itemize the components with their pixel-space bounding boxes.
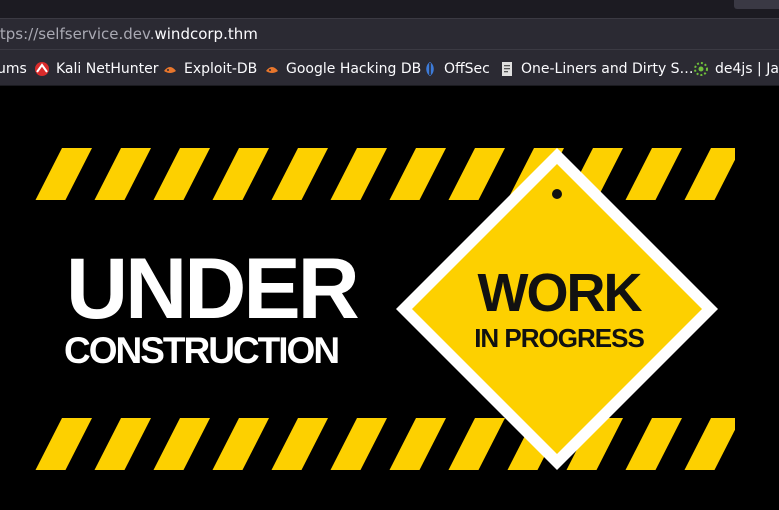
bookmark-de4js[interactable]: de4js | Jav [693,60,779,78]
sign-hole [552,189,562,199]
hazard-stripe [212,148,269,200]
page-content: UNDER CONSTRUCTION WORK IN PROGRESS [0,86,779,510]
bookmark-kali-nethunter[interactable]: Kali NetHunter [34,60,158,78]
kali-nethunter-icon [34,61,50,77]
under-heading: UNDER [66,241,360,337]
exploit-db-icon [162,61,178,77]
hazard-stripe [94,418,151,470]
bookmark-label: Exploit-DB [184,61,258,77]
offsec-icon [422,61,438,77]
bookmark-one-liners[interactable]: One-Liners and Dirty S… [499,60,694,78]
url-subdomain: selfservice.dev. [38,25,155,43]
construction-heading: CONSTRUCTION [64,330,340,371]
bookmark-label: Google Hacking DB [286,61,422,77]
hazard-stripe [153,418,210,470]
url-scheme: ttps:// [0,25,39,43]
bookmarks-toolbar: ums Kali NetHunter Exploit-DB Google Hac… [0,50,779,86]
bookmark-label: One-Liners and Dirty S… [521,61,694,77]
hazard-stripe [330,418,387,470]
address-bar[interactable]: ttps://selfservice.dev.windcorp.thm [0,18,779,50]
de4js-icon [693,61,709,77]
hazard-stripe [35,148,92,200]
hazard-stripe [212,418,269,470]
bookmark-google-hacking-db[interactable]: Google Hacking DB [264,60,421,78]
bookmark-offsec[interactable]: OffSec [422,60,490,78]
url-domain: windcorp.thm [154,25,258,43]
hazard-stripe [271,148,328,200]
document-icon [499,61,515,77]
tab-strip [0,0,779,18]
hazard-stripe [271,418,328,470]
bookmark-exploit-db[interactable]: Exploit-DB [162,60,257,78]
sign-in-progress-text: IN PROGRESS [474,323,645,353]
hazard-stripe [94,148,151,200]
bookmark-label: OffSec [444,61,490,77]
bookmark-ums[interactable]: ums [0,60,27,78]
bookmark-label: de4js | Jav [715,61,779,77]
bookmark-label: Kali NetHunter [56,61,159,77]
hazard-stripe [330,148,387,200]
hazard-stripe [153,148,210,200]
hazard-stripe [35,418,92,470]
ghdb-icon [264,61,280,77]
tab-overflow-button[interactable] [734,0,779,9]
url-text[interactable]: ttps://selfservice.dev.windcorp.thm [0,25,258,43]
sign-work-text: WORK [477,263,643,323]
bookmark-label: ums [0,61,27,77]
